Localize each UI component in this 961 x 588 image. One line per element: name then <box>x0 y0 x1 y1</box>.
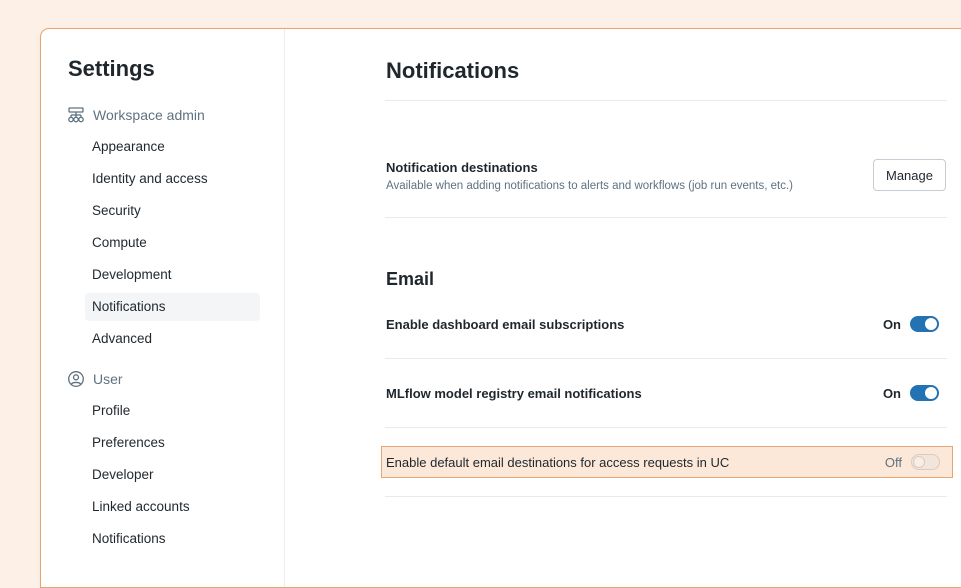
toggle-state-label: On <box>882 317 901 332</box>
toggle-knob <box>913 456 925 468</box>
sidebar-item-profile[interactable]: Profile <box>85 397 260 425</box>
sidebar-item-security[interactable]: Security <box>85 197 260 225</box>
sidebar-item-developer[interactable]: Developer <box>85 461 260 489</box>
sidebar-group-user: User <box>67 369 123 389</box>
setting-mlflow-registry-email-notifications: MLflow model registry email notification… <box>385 377 947 409</box>
setting-label: MLflow model registry email notification… <box>386 386 642 401</box>
settings-sidebar: Settings Workspace admin Appearance Iden… <box>41 29 285 587</box>
sidebar-item-user-notifications[interactable]: Notifications <box>85 525 260 553</box>
toggle-knob <box>925 387 937 399</box>
sidebar-item-preferences[interactable]: Preferences <box>85 429 260 457</box>
page-title: Notifications <box>386 58 520 83</box>
setting-default-email-destinations-uc: Enable default email destinations for ac… <box>381 446 953 478</box>
divider <box>385 100 947 101</box>
toggle-knob <box>925 318 937 330</box>
sidebar-group-label: User <box>93 371 123 387</box>
divider <box>385 217 947 218</box>
toggle-state-label: On <box>882 386 901 401</box>
setting-label: Enable dashboard email subscriptions <box>386 317 625 332</box>
divider <box>385 358 947 359</box>
sidebar-item-identity-and-access[interactable]: Identity and access <box>85 165 260 193</box>
workspace-admin-icon <box>67 106 85 124</box>
toggle-state-label: Off <box>884 455 902 470</box>
settings-window: Settings Workspace admin Appearance Iden… <box>40 28 961 588</box>
user-circle-icon <box>67 370 85 388</box>
setting-label: Enable default email destinations for ac… <box>386 455 730 470</box>
sidebar-group-workspace-admin: Workspace admin <box>67 105 205 125</box>
default-email-destinations-toggle[interactable] <box>911 454 940 470</box>
sidebar-group-label: Workspace admin <box>93 107 205 123</box>
sidebar-title: Settings <box>68 56 155 81</box>
setting-dashboard-email-subscriptions: Enable dashboard email subscriptions On <box>385 308 947 340</box>
manage-button[interactable]: Manage <box>873 159 946 191</box>
sidebar-item-development[interactable]: Development <box>85 261 260 289</box>
sidebar-item-linked-accounts[interactable]: Linked accounts <box>85 493 260 521</box>
divider <box>385 427 947 428</box>
divider <box>385 496 947 497</box>
dashboard-email-subscriptions-toggle[interactable] <box>910 316 939 332</box>
sidebar-item-notifications[interactable]: Notifications <box>85 293 260 321</box>
notification-destinations-title: Notification destinations <box>386 160 538 175</box>
email-section-title: Email <box>386 269 435 289</box>
sidebar-item-appearance[interactable]: Appearance <box>85 133 260 161</box>
notification-destinations-description: Available when adding notifications to a… <box>386 180 793 192</box>
sidebar-item-advanced[interactable]: Advanced <box>85 325 260 353</box>
mlflow-registry-email-toggle[interactable] <box>910 385 939 401</box>
sidebar-item-compute[interactable]: Compute <box>85 229 260 257</box>
